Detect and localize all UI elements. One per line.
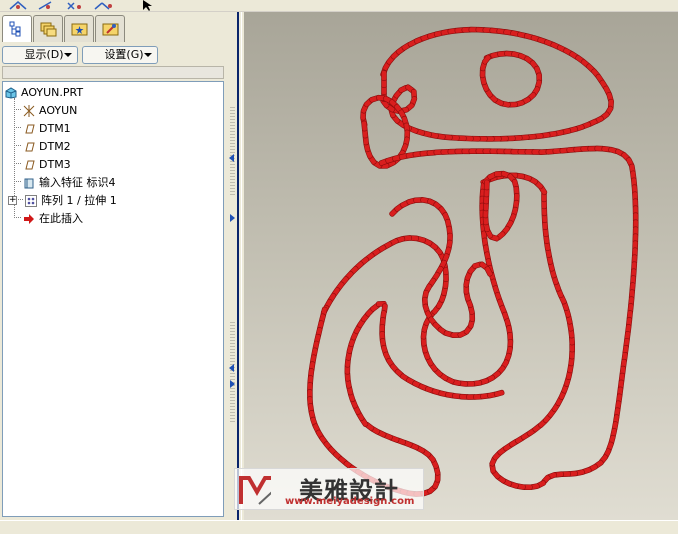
tree-item-datum-dtm3[interactable]: DTM3: [3, 156, 223, 174]
pattern-instance: [481, 54, 492, 65]
chevron-down-icon: [144, 53, 152, 57]
navigator-tabs: [2, 15, 242, 44]
tree-item-label: DTM3: [39, 158, 71, 171]
model-tree-panel: 显示(D) 设置(G) AOYUN.PRT AOYUN DTM1 DTM2 DT…: [0, 42, 228, 520]
splitter-line: [237, 12, 239, 520]
favorites-folder-icon: [71, 23, 88, 36]
tree-item-datum-dtm2[interactable]: DTM2: [3, 138, 223, 156]
tree-item-datum-dtm1[interactable]: DTM1: [3, 120, 223, 138]
tree-item-label: 阵列 1 / 拉伸 1: [41, 194, 117, 207]
datum-plane-icon: [25, 160, 35, 170]
splitter-grip[interactable]: [230, 322, 235, 422]
settings-menu-button[interactable]: 设置(G): [82, 46, 158, 64]
splitter-highlight: [241, 12, 242, 520]
select-cursor-icon[interactable]: [140, 0, 160, 11]
pattern-instance: [381, 70, 387, 81]
pattern-instance: [361, 120, 368, 132]
graphics-viewport[interactable]: [244, 12, 678, 520]
show-menu-label: 显示(D): [24, 48, 64, 61]
panel-splitter[interactable]: [228, 12, 244, 520]
model-tree[interactable]: AOYUN.PRT AOYUN DTM1 DTM2 DTM3 输入特征 标识4: [2, 81, 224, 517]
tree-item-label: 输入特征 标识4: [39, 176, 116, 189]
model-tree-icon: [9, 21, 21, 37]
watermark-logo: 美雅設計 www.meiyadesign.com: [234, 468, 424, 510]
watermark-url: www.meiyadesign.com: [285, 496, 415, 507]
expand-toggle[interactable]: +: [8, 196, 17, 205]
tab-layers[interactable]: [33, 15, 63, 43]
datum-plane-icon: [25, 142, 35, 152]
tree-item-pattern[interactable]: + 阵列 1 / 拉伸 1: [3, 192, 223, 210]
chevron-down-icon: [64, 53, 72, 57]
axis-display-icon[interactable]: [36, 0, 56, 11]
datum-display-icon[interactable]: [8, 0, 28, 11]
tree-item-label: AOYUN: [39, 104, 78, 117]
show-menu-button[interactable]: 显示(D): [2, 46, 78, 64]
splitter-grip[interactable]: [230, 107, 235, 197]
import-feature-icon: [24, 178, 34, 189]
status-bar: [0, 520, 678, 534]
collapse-left-arrow-icon[interactable]: [229, 364, 234, 372]
tree-item-label: AOYUN.PRT: [21, 86, 84, 99]
insert-here-arrow-icon: [24, 214, 34, 224]
top-toolbar: [0, 0, 678, 12]
tree-item-label: DTM2: [39, 140, 71, 153]
pattern-extrude-model[interactable]: [244, 12, 678, 520]
tree-item-label: 在此插入: [39, 212, 83, 225]
part-icon: [5, 87, 17, 99]
tree-item-insert-here[interactable]: 在此插入: [3, 210, 223, 228]
tree-item-csys[interactable]: AOYUN: [3, 102, 223, 120]
datum-plane-icon: [25, 124, 35, 134]
tree-item-part[interactable]: AOYUN.PRT: [3, 84, 223, 102]
csys-icon: [23, 105, 35, 117]
pattern-instance: [493, 389, 505, 397]
settings-menu-label: 设置(G): [104, 48, 144, 61]
tab-model-tree[interactable]: [2, 15, 32, 44]
application-window: 显示(D) 设置(G) AOYUN.PRT AOYUN DTM1 DTM2 DT…: [0, 0, 678, 534]
csys-display-icon[interactable]: [92, 0, 112, 11]
point-display-icon[interactable]: [64, 0, 84, 11]
tab-favorites[interactable]: [64, 15, 94, 43]
collapse-left-arrow-icon[interactable]: [229, 154, 234, 162]
pattern-icon: [25, 195, 37, 207]
tree-item-import-feature[interactable]: 输入特征 标识4: [3, 174, 223, 192]
expand-right-arrow-icon[interactable]: [230, 380, 235, 388]
tree-item-label: DTM1: [39, 122, 71, 135]
layers-folder-icon: [40, 22, 57, 37]
tree-column-header[interactable]: [2, 66, 224, 79]
tab-connections[interactable]: [95, 15, 125, 43]
brand-logo-icon: [239, 476, 271, 505]
expand-right-arrow-icon[interactable]: [230, 214, 235, 222]
model-tree-toolbar: 显示(D) 设置(G): [0, 44, 228, 64]
pattern-instance: [483, 179, 490, 191]
connections-folder-icon: [102, 23, 119, 36]
